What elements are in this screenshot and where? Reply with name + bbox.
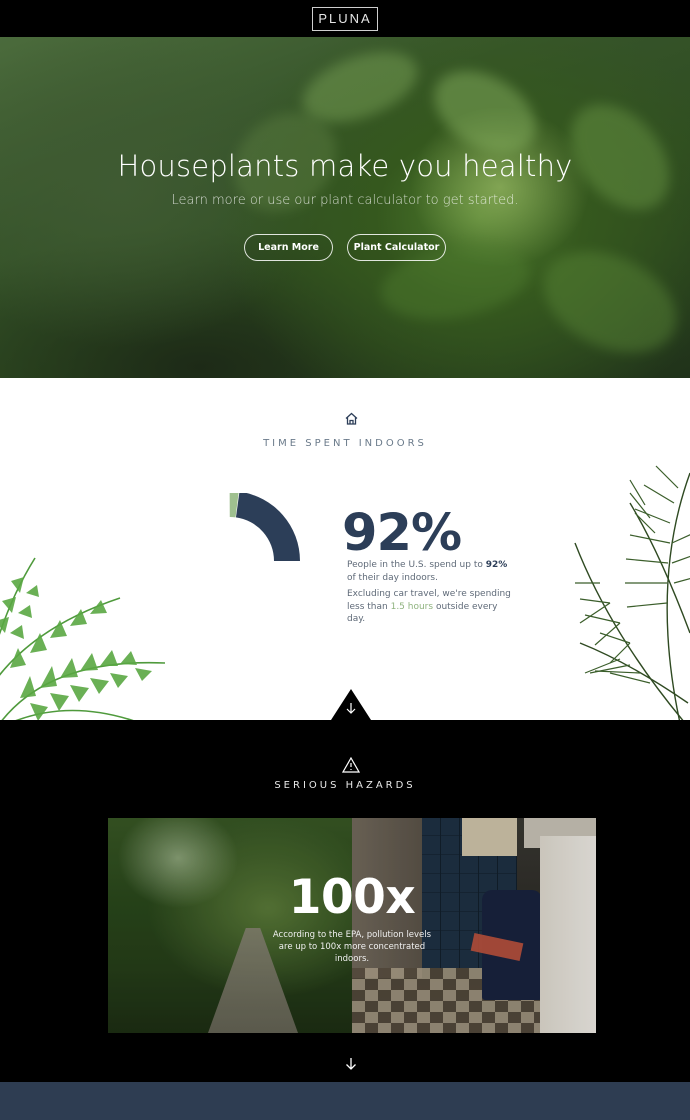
outdoors-stat-text: Excluding car travel, we're spending les… xyxy=(347,588,517,626)
scroll-down-triangle[interactable] xyxy=(331,689,371,720)
big-percentage: 92% xyxy=(342,504,462,563)
next-section-strip xyxy=(0,1082,690,1120)
indoors-percentage-chart xyxy=(229,493,300,561)
hazards-photo: 100x According to the EPA, pollution lev… xyxy=(108,818,596,1033)
plant-calculator-button[interactable]: Plant Calculator xyxy=(347,234,446,261)
section-label-hazards: SERIOUS HAZARDS xyxy=(274,780,416,791)
palm-plant-image xyxy=(574,465,690,720)
warning-icon xyxy=(342,757,360,773)
hero-section: Houseplants make you healthy Learn more … xyxy=(0,37,690,378)
time-indoors-section: TIME SPENT INDOORS 92% People in the U.S… xyxy=(0,378,690,720)
donut-main-arc xyxy=(235,493,300,561)
fern-plant-image xyxy=(0,557,166,720)
logo[interactable]: PLUNA xyxy=(312,6,378,31)
hazard-big-stat: 100x xyxy=(288,870,416,925)
stat-text-bold: 92% xyxy=(485,560,508,570)
hero-subtitle: Learn more or use our plant calculator t… xyxy=(171,193,519,208)
arrow-down-icon[interactable] xyxy=(344,1057,358,1071)
serious-hazards-section: SERIOUS HAZARDS 100x According to the EP… xyxy=(0,720,690,1082)
house-icon xyxy=(345,412,358,425)
indoors-stat-text: People in the U.S. spend up to 92% of th… xyxy=(347,559,517,584)
hazard-description: According to the EPA, pollution levels a… xyxy=(272,930,432,964)
top-nav-bar: PLUNA xyxy=(0,0,690,37)
stat-text-suffix: of their day indoors. xyxy=(347,572,438,583)
stat-text-highlight: 1.5 hours xyxy=(390,601,434,612)
photo-overlay xyxy=(108,818,596,1033)
stat-text-prefix: People in the U.S. spend up to xyxy=(347,560,486,570)
learn-more-button[interactable]: Learn More xyxy=(244,234,333,261)
hero-title: Houseplants make you healthy xyxy=(117,149,573,183)
